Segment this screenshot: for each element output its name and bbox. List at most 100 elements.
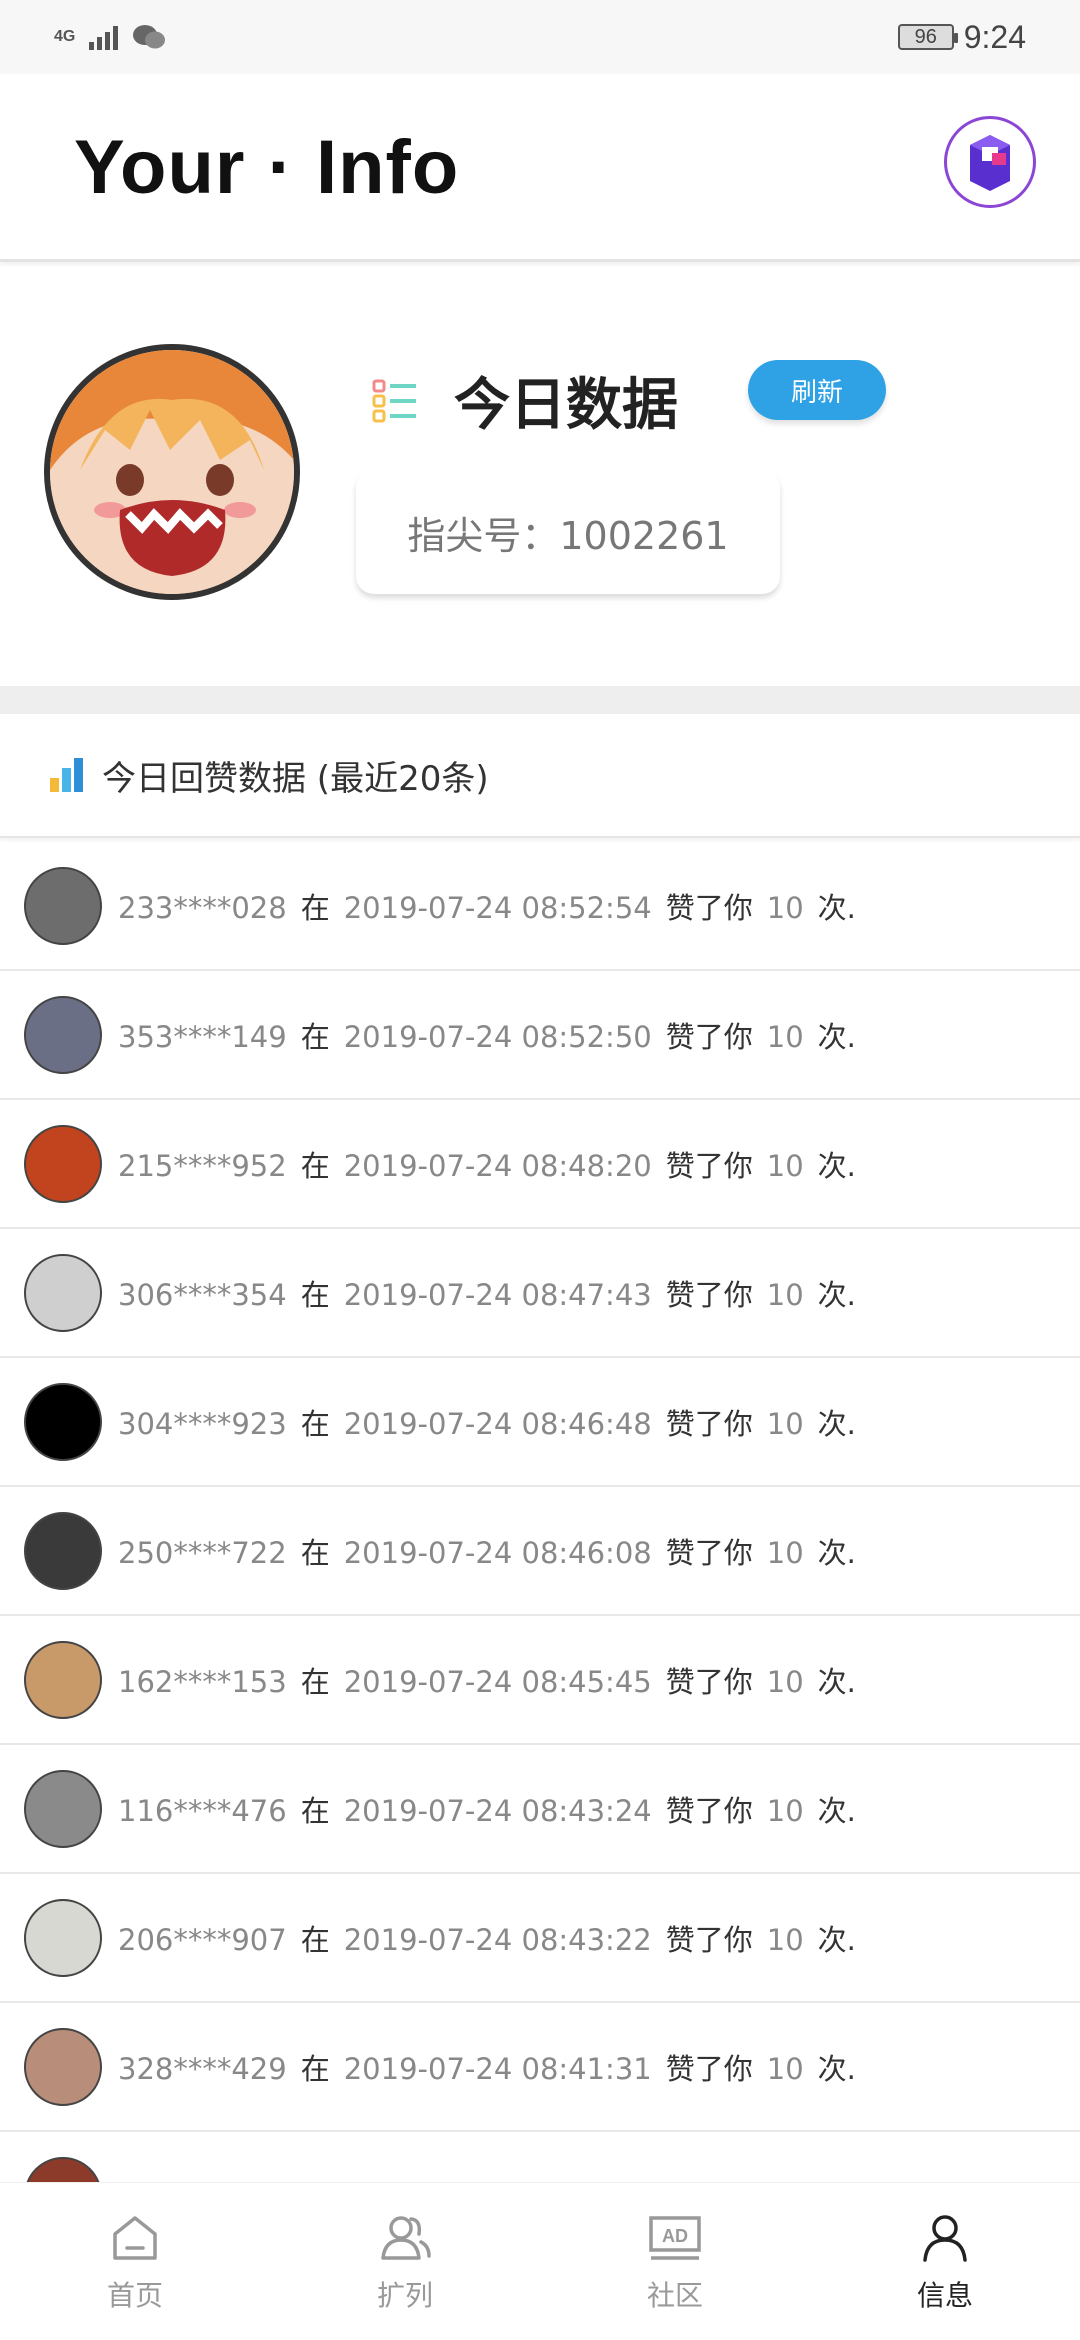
user-avatar[interactable]: [24, 995, 102, 1074]
avatar-illustration: [50, 350, 294, 594]
header-avatar-button[interactable]: [944, 116, 1036, 208]
nav-friends[interactable]: 扩列: [305, 2210, 505, 2314]
section-title: 今日回赞数据 (最近20条): [102, 758, 489, 799]
user-id-card: 指尖号：1002261: [356, 470, 780, 594]
unit-text: 次.: [817, 890, 856, 925]
at-word: 在: [300, 1406, 330, 1441]
action-text: 赞了你: [665, 2051, 753, 2086]
action-text: 赞了你: [665, 1406, 753, 1441]
like-time: 2019-07-24 08:43:24: [343, 1793, 652, 1828]
action-text: 赞了你: [665, 1019, 753, 1054]
profile-icon: [923, 2214, 967, 2262]
user-avatar[interactable]: [24, 1511, 102, 1590]
user-id: 116****476: [118, 1793, 287, 1828]
friends-icon: [381, 2215, 431, 2260]
at-word: 在: [300, 1535, 330, 1570]
at-word: 在: [300, 1664, 330, 1699]
page-title: Your · Info: [74, 125, 460, 210]
home-icon: [113, 2215, 157, 2260]
unit-text: 次.: [817, 2051, 856, 2086]
like-time: 2019-07-24 08:41:31: [343, 2051, 652, 2086]
unit-text: 次.: [817, 1664, 856, 1699]
action-text: 赞了你: [665, 1535, 753, 1570]
like-count: 10: [766, 1535, 804, 1570]
like-time: 2019-07-24 08:46:48: [343, 1406, 652, 1441]
nav-community-label: 社区: [646, 2278, 703, 2312]
action-text: 赞了你: [665, 1793, 753, 1828]
list-item[interactable]: 250****722 在 2019-07-24 08:46:08 赞了你 10 次.: [0, 1487, 1080, 1616]
list-item[interactable]: 304****923 在 2019-07-24 08:46:48 赞了你 10 次.: [0, 1358, 1080, 1487]
network-type: 4G: [54, 28, 76, 45]
cube-logo-icon: [970, 135, 1010, 191]
unit-text: 次.: [817, 1148, 856, 1183]
like-time: 2019-07-24 08:48:20: [343, 1148, 652, 1183]
user-avatar[interactable]: [24, 1253, 102, 1332]
list-item[interactable]: 353****149 在 2019-07-24 08:52:50 赞了你 10 次.: [0, 971, 1080, 1100]
list-item[interactable]: 206****907 在 2019-07-24 08:43:22 赞了你 10 次.: [0, 1874, 1080, 2003]
nav-community[interactable]: AD 社区: [575, 2210, 775, 2314]
user-id: 306****354: [118, 1277, 287, 1312]
list-item[interactable]: 328****429 在 2019-07-24 08:41:31 赞了你 10 次.: [0, 2003, 1080, 2132]
user-avatar[interactable]: [24, 2156, 102, 2182]
like-count: 10: [766, 2051, 804, 2086]
like-count: 10: [766, 890, 804, 925]
user-id: 206****907: [118, 1922, 287, 1957]
unit-text: 次.: [817, 1535, 856, 1570]
status-bar: 4G 96 9:24: [0, 0, 1080, 74]
user-avatar[interactable]: [24, 1124, 102, 1203]
today-title: 今日数据: [454, 373, 678, 438]
bottom-nav: 首页 扩列 AD 社区 信息: [0, 2182, 1080, 2340]
user-id: 304****923: [118, 1406, 287, 1441]
at-word: 在: [300, 1277, 330, 1312]
user-id: 233****028: [118, 890, 287, 925]
action-text: 赞了你: [665, 1664, 753, 1699]
at-word: 在: [300, 1019, 330, 1054]
nav-info-label: 信息: [916, 2278, 973, 2312]
bar-chart-icon: [50, 758, 86, 792]
user-avatar[interactable]: [24, 866, 102, 945]
user-avatar[interactable]: [24, 1898, 102, 1977]
at-word: 在: [300, 1148, 330, 1183]
profile-section: 今日数据 刷新 指尖号：1002261: [0, 270, 1080, 686]
profile-avatar[interactable]: [44, 344, 300, 600]
unit-text: 次.: [817, 1406, 856, 1441]
list-item[interactable]: 162****153 在 2019-07-24 08:45:45 赞了你 10 次.: [0, 1616, 1080, 1745]
like-count: 10: [766, 1406, 804, 1441]
likes-list: 233****028 在 2019-07-24 08:52:54 赞了你 10 次. 35…: [0, 842, 1080, 2182]
like-time: 2019-07-24 08:47:43: [343, 1277, 652, 1312]
at-word: 在: [300, 2051, 330, 2086]
like-count: 10: [766, 1019, 804, 1054]
like-time: 2019-07-24 08:45:45: [343, 1664, 652, 1699]
battery-level: 96: [914, 25, 937, 48]
action-text: 赞了你: [665, 1922, 753, 1957]
today-data-heading: 今日数据: [372, 360, 678, 441]
action-text: 赞了你: [665, 890, 753, 925]
like-time: 2019-07-24 08:43:22: [343, 1922, 652, 1957]
list-item[interactable]: [0, 2132, 1080, 2182]
svg-text:AD: AD: [662, 2226, 688, 2246]
clock: 9:24: [963, 18, 1026, 55]
user-avatar[interactable]: [24, 1382, 102, 1461]
refresh-button[interactable]: 刷新: [748, 360, 886, 420]
like-count: 10: [766, 1148, 804, 1183]
at-word: 在: [300, 1922, 330, 1957]
unit-text: 次.: [817, 1922, 856, 1957]
list-item[interactable]: 116****476 在 2019-07-24 08:43:24 赞了你 10 次.: [0, 1745, 1080, 1874]
nav-home[interactable]: 首页: [35, 2210, 235, 2314]
list-item[interactable]: 306****354 在 2019-07-24 08:47:43 赞了你 10 次.: [0, 1229, 1080, 1358]
wechat-icon: [133, 25, 166, 49]
action-text: 赞了你: [665, 1148, 753, 1183]
list-item[interactable]: 233****028 在 2019-07-24 08:52:54 赞了你 10 次.: [0, 842, 1080, 971]
like-time: 2019-07-24 08:52:54: [343, 890, 652, 925]
nav-info[interactable]: 信息: [845, 2210, 1045, 2314]
nav-home-label: 首页: [106, 2278, 163, 2312]
user-avatar[interactable]: [24, 1769, 102, 1848]
list-item[interactable]: 215****952 在 2019-07-24 08:48:20 赞了你 10 次.: [0, 1100, 1080, 1229]
user-avatar[interactable]: [24, 2027, 102, 2106]
likes-section-header: 今日回赞数据 (最近20条): [0, 714, 1080, 838]
list-icon: [372, 379, 416, 422]
user-avatar[interactable]: [24, 1640, 102, 1719]
like-count: 10: [766, 1922, 804, 1957]
user-id: 250****722: [118, 1535, 287, 1570]
user-id: 353****149: [118, 1019, 287, 1054]
